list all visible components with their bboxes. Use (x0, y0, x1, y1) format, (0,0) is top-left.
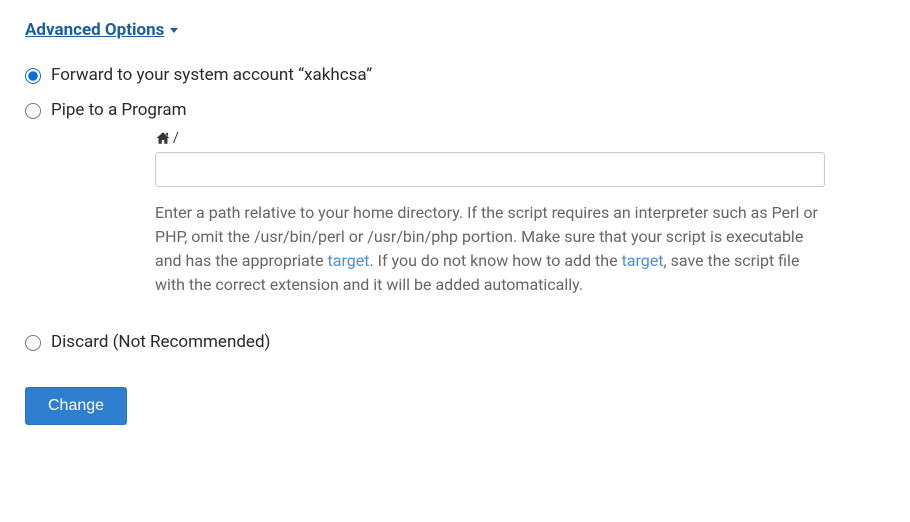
target-link-1[interactable]: target (328, 251, 370, 270)
change-button[interactable]: Change (25, 387, 127, 425)
radio-pipe-label[interactable]: Pipe to a Program (51, 100, 187, 120)
radio-forward-label[interactable]: Forward to your system account “xakhcsa” (51, 65, 372, 85)
option-pipe: Pipe to a Program (25, 100, 885, 120)
target-link-2[interactable]: target (622, 251, 664, 270)
radio-forward[interactable] (25, 68, 41, 84)
radio-discard-label[interactable]: Discard (Not Recommended) (51, 332, 270, 352)
pipe-path-input[interactable] (155, 152, 825, 187)
option-discard: Discard (Not Recommended) (25, 332, 885, 352)
caret-down-icon (170, 28, 178, 33)
advanced-options-toggle[interactable]: Advanced Options (25, 20, 178, 40)
pipe-help-text: Enter a path relative to your home direc… (155, 201, 825, 297)
home-icon (155, 131, 171, 145)
home-path-prefix: / (155, 130, 825, 146)
pipe-config-block: / Enter a path relative to your home dir… (155, 130, 825, 297)
radio-pipe[interactable] (25, 103, 41, 119)
option-forward: Forward to your system account “xakhcsa” (25, 65, 885, 85)
help-text-part-2: . If you do not know how to add the (369, 251, 621, 270)
home-slash: / (173, 130, 179, 146)
radio-discard[interactable] (25, 335, 41, 351)
advanced-options-label: Advanced Options (25, 20, 164, 40)
